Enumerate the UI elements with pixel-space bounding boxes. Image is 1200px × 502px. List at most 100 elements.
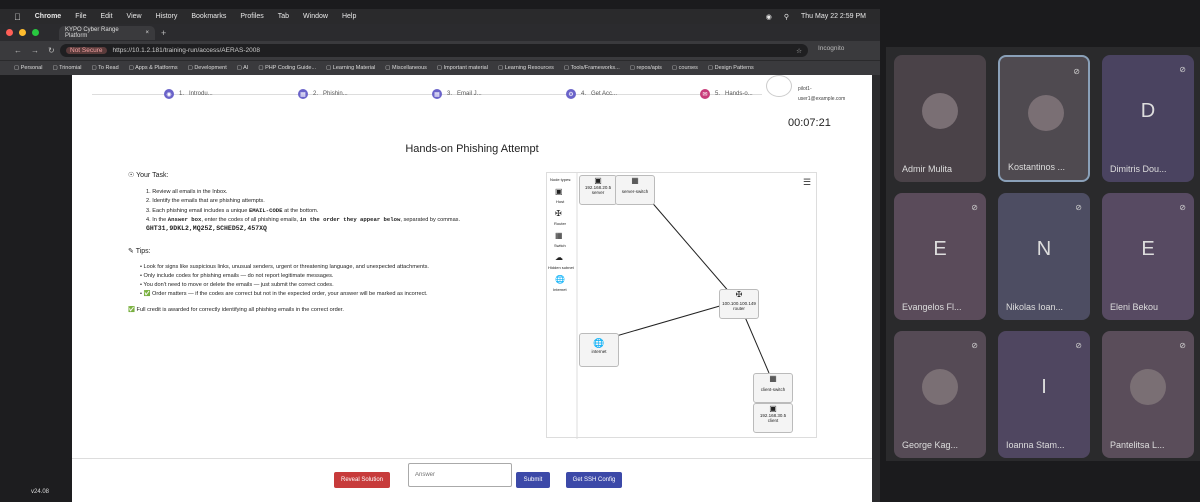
reveal-solution-button[interactable]: Reveal Solution — [334, 472, 390, 488]
pencil-icon: ✎ — [128, 248, 134, 255]
wifi-icon[interactable]: ◉ — [766, 13, 772, 21]
bookmark-item[interactable]: ▢ AI — [237, 65, 249, 71]
step-icon: ▦ — [298, 89, 308, 99]
server-node[interactable]: ▣ 192.168.20.5 server — [579, 175, 617, 205]
answer-input[interactable] — [408, 463, 512, 487]
not-secure-badge[interactable]: Not Secure — [66, 47, 107, 54]
participant-name: Kostantinos ... — [1008, 162, 1066, 172]
close-tab-icon[interactable]: × — [145, 30, 149, 36]
bookmark-item[interactable]: ▢ Tools/Frameworks... — [564, 65, 620, 71]
menu-app[interactable]: Chrome — [35, 13, 61, 20]
task-heading: ☉ Your Task: — [128, 172, 169, 179]
client-node[interactable]: ▣ 192.168.30.5 client — [753, 403, 793, 433]
internet-node[interactable]: 🌐 internet — [579, 333, 619, 367]
task-item-4: 4. In the Answer box, enter the codes of… — [146, 216, 461, 223]
participant-tile[interactable]: N Nikolas Ioan... ⊘ — [998, 193, 1090, 320]
participant-tile[interactable]: George Kag... ⊘ — [894, 331, 986, 458]
avatar — [922, 93, 958, 129]
menu-view[interactable]: View — [127, 13, 142, 20]
menu-edit[interactable]: Edit — [100, 13, 112, 20]
menu-file[interactable]: File — [75, 13, 86, 20]
bookmark-label: PHP Coding Guide... — [265, 65, 317, 71]
scrollbar[interactable] — [872, 75, 880, 502]
submit-button[interactable]: Submit — [516, 472, 550, 488]
bookmark-item[interactable]: ▢ Learning Material — [326, 65, 375, 71]
mic-muted-icon: ⊘ — [1179, 203, 1186, 212]
type-router: Router — [554, 221, 567, 226]
reload-icon[interactable]: ↻ — [48, 46, 55, 55]
bookmark-item[interactable]: ▢ courses — [672, 65, 698, 71]
step-4[interactable]: ⚙ 4. Get Acc... — [566, 89, 617, 99]
bookmark-item[interactable]: ▢ Trinomial — [52, 65, 81, 71]
forward-icon[interactable]: → — [31, 46, 39, 55]
bookmark-item[interactable]: ▢ PHP Coding Guide... — [258, 65, 316, 71]
bookmark-label: Apps & Platforms — [135, 65, 178, 71]
type-switch: Switch — [554, 243, 566, 248]
network-topology[interactable]: Node types: ▣ Host ✠ Router ▦ Switch ☁ H… — [546, 172, 817, 439]
step-1[interactable]: ◉ 1. Introdu... — [164, 89, 213, 99]
incognito-label[interactable]: Incognito — [818, 45, 844, 52]
apple-icon[interactable]:  — [14, 12, 21, 22]
bookmark-label: repos/apis — [636, 65, 662, 71]
bookmark-item[interactable]: ▢ Apps & Platforms — [129, 65, 178, 71]
menu-profiles[interactable]: Profiles — [240, 13, 263, 20]
participant-name: Eleni Bekou — [1110, 302, 1159, 312]
mic-muted-icon: ⊘ — [1075, 341, 1082, 350]
participant-tile[interactable]: E Evangelos Fl... ⊘ — [894, 193, 986, 320]
participant-tile[interactable]: E Eleni Bekou ⊘ — [1102, 193, 1194, 320]
server-switch-node[interactable]: ▦ server-switch — [615, 175, 655, 205]
search-icon[interactable]: ⚲ — [784, 13, 789, 21]
bookmark-item[interactable]: ▢ Personal — [14, 65, 42, 71]
menu-tab[interactable]: Tab — [278, 13, 289, 20]
close-window-icon[interactable] — [6, 29, 13, 36]
zoom-window-icon[interactable] — [32, 29, 39, 36]
mic-muted-icon: ⊘ — [1179, 65, 1186, 74]
bookmark-label: Development — [194, 65, 227, 71]
step-5[interactable]: ✉ 5. Hands-o... — [700, 89, 753, 99]
client-switch-node[interactable]: ▦ client-switch — [753, 373, 793, 403]
mic-muted-icon: ⊘ — [1075, 203, 1082, 212]
bookmark-item[interactable]: ▢ Development — [188, 65, 227, 71]
bookmark-item[interactable]: ▢ Important material — [437, 65, 488, 71]
participant-name: Evangelos Fl... — [902, 302, 962, 312]
folder-icon: ▢ — [497, 65, 505, 71]
hamburger-icon[interactable]: ☰ — [803, 177, 811, 188]
back-icon[interactable]: ← — [14, 46, 22, 55]
step-2[interactable]: ▦ 2. Phishin... — [298, 89, 348, 99]
step-3[interactable]: ▦ 3. Email J... — [432, 89, 482, 99]
star-icon[interactable]: ☆ — [796, 47, 802, 55]
router-node[interactable]: ✠ 100.100.100.149 router — [719, 289, 759, 319]
mic-muted-icon: ⊘ — [971, 203, 978, 212]
folder-icon: ▢ — [671, 65, 679, 71]
bookmark-item[interactable]: ▢ Learning Resources — [498, 65, 554, 71]
bookmark-item[interactable]: ▢ To Read — [92, 65, 119, 71]
tab-title: KYPO Cyber Range Platform — [65, 26, 119, 39]
browser-tab[interactable]: KYPO Cyber Range Platform × — [59, 25, 155, 40]
mac-menubar:  Chrome File Edit View History Bookmark… — [0, 9, 880, 24]
video-call-panel: Admir Mulita Kostantinos ... ⊘ D Dimitris Do… — [886, 47, 1200, 461]
participant-tile[interactable]: I Ioanna Stam... ⊘ — [998, 331, 1090, 458]
menubar-clock[interactable]: Thu May 22 2:59 PM — [801, 13, 866, 20]
bookmark-label: Trinomial — [59, 65, 82, 71]
bookmark-item[interactable]: ▢ Design Patterns — [708, 65, 754, 71]
new-tab-icon[interactable]: + — [161, 28, 166, 38]
participant-tile[interactable]: Admir Mulita — [894, 55, 986, 182]
participant-tile[interactable]: Kostantinos ... ⊘ — [998, 55, 1090, 182]
get-ssh-config-button[interactable]: Get SSH Config — [566, 472, 622, 488]
avatar[interactable] — [766, 75, 792, 97]
step-label: Introdu... — [189, 91, 213, 97]
menu-window[interactable]: Window — [303, 13, 328, 20]
participant-tile[interactable]: Pantelitsa L... ⊘ — [1102, 331, 1194, 458]
menu-history[interactable]: History — [156, 13, 178, 20]
bookmark-item[interactable]: ▢ repos/apis — [630, 65, 662, 71]
codes-line: GHT31,9DKL2,MQ25Z,SCHED5Z,457XQ — [146, 225, 267, 232]
menu-help[interactable]: Help — [342, 13, 356, 20]
participant-tile[interactable]: D Dimitris Dou... ⊘ — [1102, 55, 1194, 182]
user-email: user1@example.com — [798, 96, 846, 102]
address-bar[interactable]: Not Secure https://10.1.2.181/training-r… — [60, 44, 808, 57]
bookmark-item[interactable]: ▢ Miscellaneous — [385, 65, 427, 71]
compass-icon: ☉ — [128, 172, 135, 179]
menu-bookmarks[interactable]: Bookmarks — [191, 13, 226, 20]
tab-bar: KYPO Cyber Range Platform × + — [0, 24, 880, 41]
minimize-window-icon[interactable] — [19, 29, 26, 36]
